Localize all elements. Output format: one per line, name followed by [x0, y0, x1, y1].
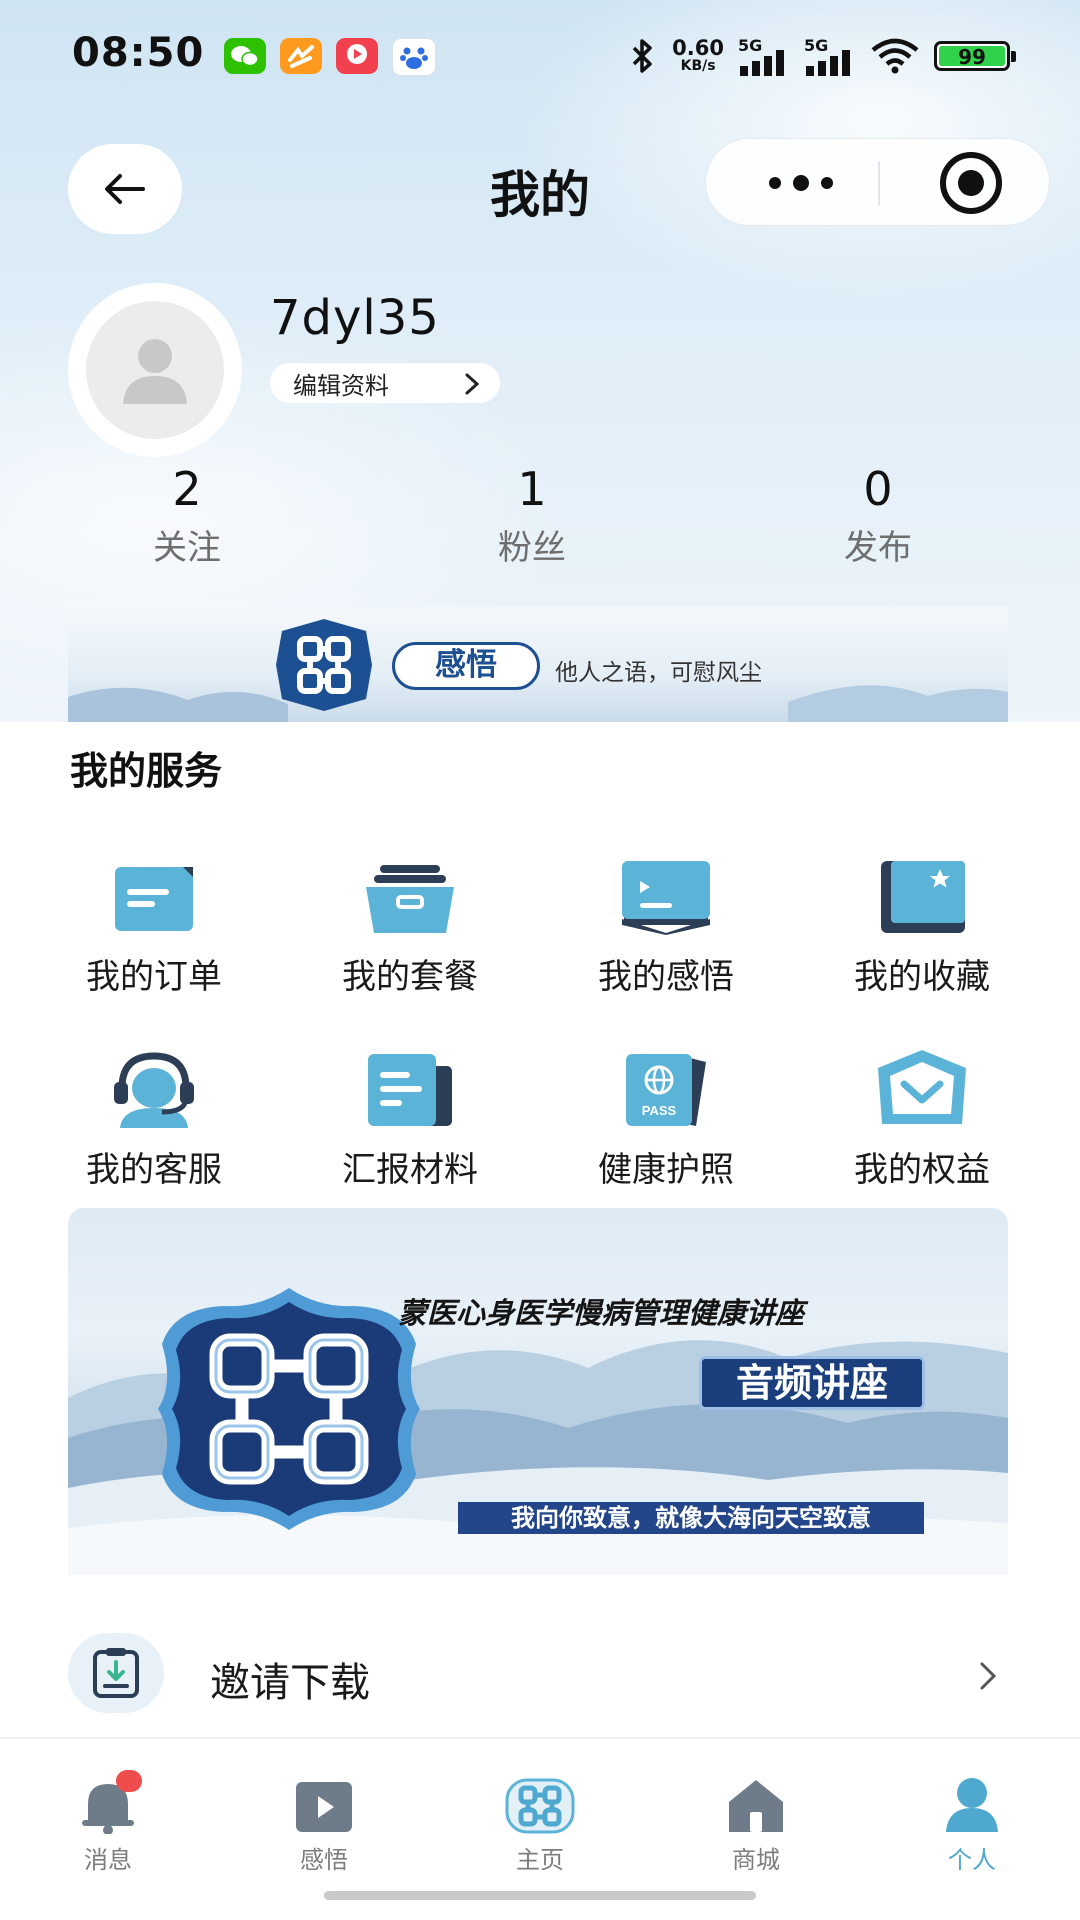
chevron-right-icon — [465, 373, 480, 395]
service-my-orders[interactable]: 我的订单 — [26, 855, 282, 998]
stat-label: 关注 — [153, 528, 221, 568]
username: 7dyl35 — [270, 290, 440, 346]
service-customer-service[interactable]: 我的客服 — [26, 1048, 282, 1191]
service-my-favorites[interactable]: 我的收藏 — [794, 855, 1050, 998]
tab-home[interactable]: 主页 — [460, 1770, 620, 1875]
service-label: 我的感悟 — [598, 957, 734, 997]
services-title: 我的服务 — [70, 749, 223, 793]
tab-label: 商城 — [732, 1846, 780, 1874]
tab-store[interactable]: 商城 — [676, 1770, 836, 1875]
order-card-icon — [115, 867, 193, 931]
service-my-reflections[interactable]: 我的感悟 — [538, 855, 794, 998]
wechat-icon — [224, 38, 266, 74]
video-app-icon — [336, 38, 378, 74]
favorite-book-icon — [881, 861, 965, 933]
signal-5g-2: 5G — [804, 36, 856, 76]
package-box-icon — [366, 865, 454, 933]
tab-ganwu[interactable]: 感悟 — [244, 1770, 404, 1875]
network-speed: 0.60 KB/s — [672, 36, 724, 74]
ganwu-subtitle: 他人之语，可慰风尘 — [555, 660, 762, 686]
stat-value: 0 — [863, 462, 893, 516]
svg-text:PASS: PASS — [642, 1103, 677, 1118]
reflection-book-icon — [622, 861, 710, 935]
close-miniprogram-button[interactable] — [926, 139, 1016, 227]
service-label: 我的权益 — [854, 1150, 990, 1190]
service-label: 我的客服 — [86, 1150, 222, 1190]
lecture-slogan: 我向你致意，就像大海向天空致意 — [458, 1502, 924, 1534]
invite-icon-wrap — [68, 1633, 164, 1713]
signal-bars-icon — [740, 50, 784, 76]
knot-logo-icon — [158, 1288, 420, 1530]
service-label: 我的订单 — [86, 957, 222, 997]
service-my-packages[interactable]: 我的套餐 — [282, 855, 538, 998]
tabbar-divider — [0, 1737, 1080, 1739]
app-orange-icon — [280, 38, 322, 74]
avatar[interactable] — [68, 283, 242, 457]
capsule-divider — [878, 161, 880, 205]
signal-5g-1: 5G — [738, 36, 790, 76]
wifi-icon — [871, 38, 919, 74]
audio-lecture-tag: 音频讲座 — [699, 1356, 925, 1410]
invite-label: 邀请下载 — [210, 1660, 370, 1706]
default-user-icon — [123, 339, 187, 404]
tab-profile[interactable]: 个人 — [892, 1770, 1052, 1875]
edit-profile-button[interactable]: 编辑资料 — [270, 363, 500, 403]
tab-label: 消息 — [84, 1846, 132, 1874]
stat-posts[interactable]: 0 发布 — [758, 462, 998, 569]
edit-profile-label: 编辑资料 — [293, 371, 389, 400]
ganwu-banner[interactable]: 感悟 他人之语，可慰风尘 — [68, 607, 1008, 722]
tab-label: 主页 — [516, 1846, 564, 1874]
more-button[interactable] — [756, 139, 846, 227]
service-report-materials[interactable]: 汇报材料 — [282, 1048, 538, 1191]
report-document-icon — [368, 1054, 452, 1126]
service-label: 汇报材料 — [342, 1150, 478, 1190]
store-icon — [729, 1780, 783, 1832]
service-label: 我的收藏 — [854, 957, 990, 997]
customer-service-icon — [114, 1052, 194, 1128]
person-icon — [946, 1778, 998, 1832]
bluetooth-icon — [632, 39, 652, 73]
tab-messages[interactable]: 消息 — [28, 1770, 188, 1875]
service-label: 健康护照 — [598, 1150, 734, 1190]
more-dots-icon — [769, 175, 833, 191]
notification-badge — [116, 1770, 142, 1792]
signal-bars-icon — [806, 50, 850, 76]
chevron-right-icon — [980, 1662, 997, 1690]
play-icon — [296, 1782, 352, 1832]
crown-icon — [878, 1050, 966, 1124]
stat-following[interactable]: 2 关注 — [67, 462, 307, 569]
status-time: 08:50 — [72, 30, 205, 76]
invite-download-row[interactable]: 邀请下载 — [0, 1620, 1080, 1730]
service-my-benefits[interactable]: 我的权益 — [794, 1048, 1050, 1191]
knot-logo-icon — [505, 1778, 575, 1834]
battery-indicator: 99 — [934, 41, 1016, 71]
service-label: 我的套餐 — [342, 957, 478, 997]
lecture-title: 蒙医心身医学慢病管理健康讲座 — [398, 1296, 805, 1330]
tab-label: 感悟 — [300, 1846, 348, 1874]
target-circle-icon — [940, 152, 1002, 214]
baidu-icon — [392, 38, 436, 76]
stat-value: 1 — [517, 462, 547, 516]
status-right: 0.60 KB/s 5G 5G 99 — [628, 36, 1016, 76]
status-bar: 08:50 0.60 KB/s 5G 5G 99 — [0, 0, 1080, 110]
stat-value: 2 — [172, 462, 202, 516]
stat-label: 粉丝 — [498, 528, 566, 568]
home-indicator[interactable] — [324, 1891, 756, 1900]
stat-label: 发布 — [844, 528, 912, 568]
knot-logo-icon — [276, 619, 372, 711]
ganwu-title: 感悟 — [392, 642, 540, 690]
stat-followers[interactable]: 1 粉丝 — [412, 462, 652, 569]
service-health-passport[interactable]: PASS 健康护照 — [538, 1048, 794, 1191]
tab-label: 个人 — [948, 1846, 996, 1874]
lecture-banner[interactable]: 蒙医心身医学慢病管理健康讲座 音频讲座 我向你致意，就像大海向天空致意 — [68, 1208, 1008, 1575]
miniprogram-capsule — [705, 138, 1050, 226]
download-clipboard-icon — [93, 1648, 139, 1698]
passport-icon: PASS — [626, 1054, 706, 1126]
